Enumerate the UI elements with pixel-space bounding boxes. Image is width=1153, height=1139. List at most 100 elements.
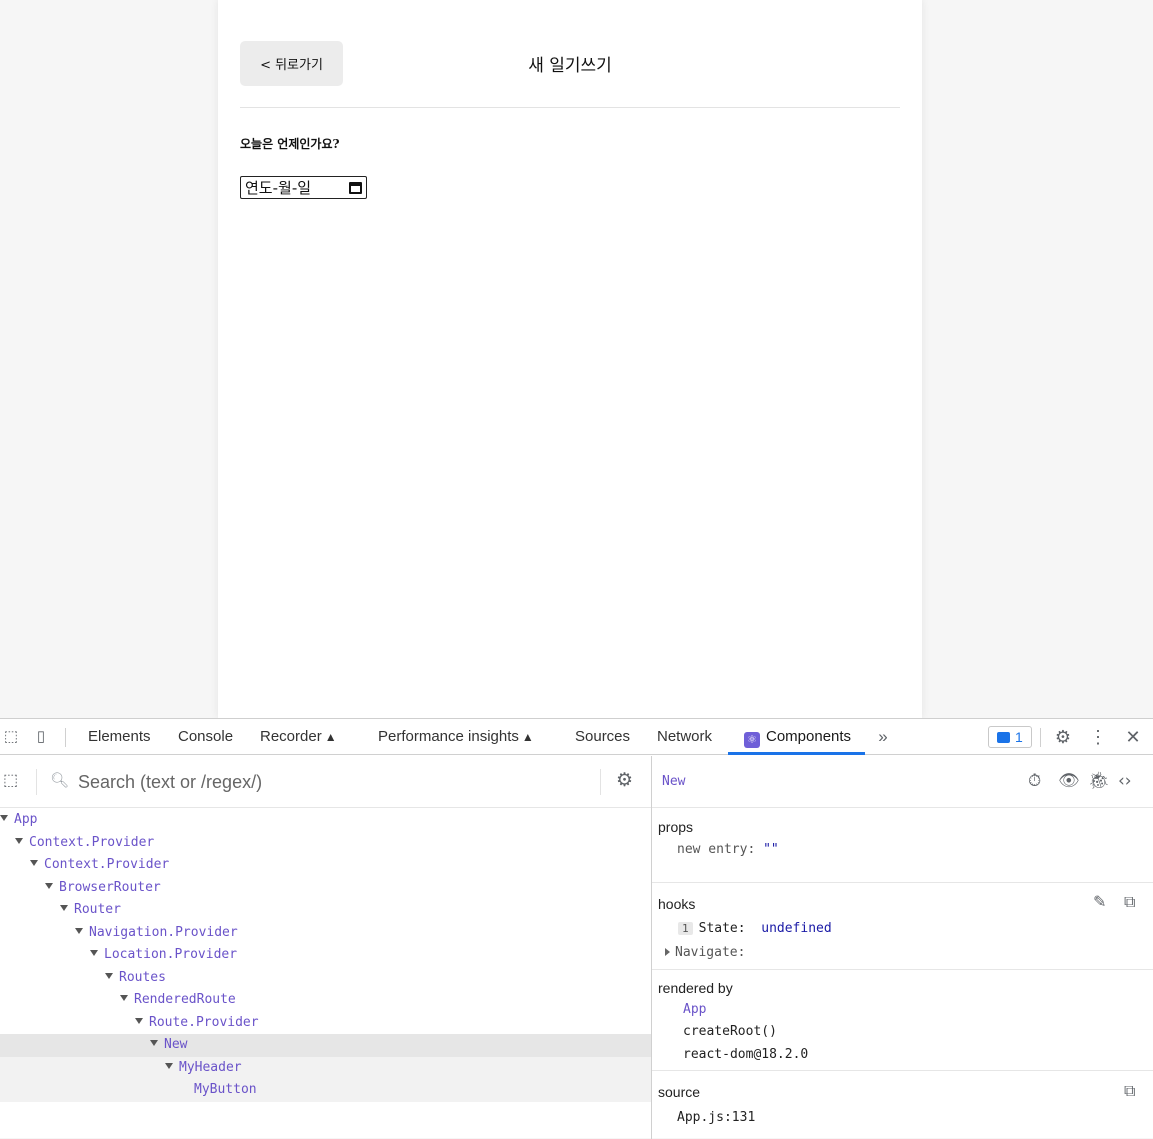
prop-key: new entry: <box>677 842 756 857</box>
log-to-console-bug-icon[interactable]: 🐞︎ <box>1088 771 1110 791</box>
rendered-by-app-link[interactable]: App <box>683 1002 706 1017</box>
search-divider <box>600 769 601 795</box>
prop-row[interactable]: new entry: "" <box>677 842 779 857</box>
copy-hooks-icon[interactable]: ⧉ <box>1124 892 1135 912</box>
tree-node-label: Navigation.Provider <box>89 924 238 940</box>
collapse-arrow-icon[interactable] <box>15 837 23 844</box>
tab-network[interactable]: Network <box>657 719 712 755</box>
inspect-element-icon[interactable]: ⬚ <box>1 727 21 747</box>
collapse-arrow-icon[interactable] <box>120 995 128 1001</box>
page-title: 새 일기쓰기 <box>528 56 612 76</box>
react-icon: ⚛ <box>744 732 760 748</box>
hook-key: State: <box>698 921 746 936</box>
experiment-flask-icon: ▲ <box>324 730 337 744</box>
date-input[interactable]: 연도-월-일 <box>240 176 367 199</box>
collapse-arrow-icon[interactable] <box>0 815 8 821</box>
tab-performance-insights[interactable]: Performance insights ▲ <box>378 719 534 755</box>
tree-node-label: Context.Provider <box>44 857 170 872</box>
component-search-input[interactable] <box>78 768 578 796</box>
tree-node-label: Routes <box>119 969 166 985</box>
rendered-by-root: createRoot() <box>683 1024 777 1039</box>
settings-gear-icon[interactable]: ⚙ <box>1053 727 1073 747</box>
collapse-arrow-icon[interactable] <box>150 1040 158 1046</box>
tab-components[interactable]: ⚛ Components <box>728 719 866 755</box>
date-input-value: 연도-월-일 <box>245 179 312 197</box>
hook-index: 1 <box>678 922 693 935</box>
tree-node-label: New <box>164 1037 188 1052</box>
tree-node-label: BrowserRouter <box>59 879 161 895</box>
rendered-by-title: rendered by <box>658 980 733 996</box>
tab-components-label: Components <box>766 728 852 745</box>
details-header: New ⏱ 👁︎ 🐞︎ ‹› <box>652 756 1153 808</box>
tab-performance-insights-label: Performance insights <box>378 728 519 745</box>
tab-console[interactable]: Console <box>178 719 233 755</box>
collapse-arrow-icon[interactable] <box>135 1017 143 1024</box>
issues-count: 1 <box>1015 729 1023 745</box>
inspect-dom-eye-icon[interactable]: 👁︎ <box>1058 771 1080 791</box>
tab-recorder-label: Recorder <box>260 728 322 745</box>
tree-node[interactable]: New <box>0 1034 651 1057</box>
tree-node[interactable]: App <box>0 809 651 832</box>
collapse-arrow-icon[interactable] <box>90 950 98 956</box>
tab-recorder[interactable]: Recorder ▲ <box>260 719 337 755</box>
collapse-arrow-icon[interactable] <box>105 972 113 979</box>
devtools-tabbar: ⬚ ▯ Elements Console Recorder ▲ Performan… <box>0 719 1153 755</box>
tree-node-label: Route.Provider <box>149 1014 259 1030</box>
collapse-arrow-icon[interactable] <box>75 927 83 934</box>
source-location[interactable]: App.js:131 <box>677 1110 755 1125</box>
tree-node-label: MyButton <box>194 1082 257 1097</box>
hook-row-navigate[interactable]: Navigate: <box>665 945 745 960</box>
tree-settings-gear-icon[interactable]: ⚙ <box>616 769 633 792</box>
tree-node-label: RenderedRoute <box>134 992 236 1007</box>
tab-elements[interactable]: Elements <box>88 719 151 755</box>
tree-node[interactable]: Routes <box>0 967 651 990</box>
device-toolbar-icon[interactable]: ▯ <box>31 727 51 747</box>
view-source-code-icon[interactable]: ‹› <box>1118 771 1132 791</box>
tab-sources[interactable]: Sources <box>575 719 630 755</box>
collapse-arrow-icon[interactable] <box>60 905 68 911</box>
tree-node[interactable]: MyButton <box>0 1079 651 1102</box>
tree-node[interactable]: BrowserRouter <box>0 877 651 900</box>
tree-node[interactable]: Router <box>0 899 651 922</box>
hook-value[interactable]: undefined <box>761 921 831 936</box>
issues-chat-icon <box>997 732 1010 743</box>
rendered-by-renderer: react-dom@18.2.0 <box>683 1047 809 1062</box>
source-title: source <box>658 1084 701 1100</box>
issues-button[interactable]: 1 <box>988 726 1032 748</box>
more-options-icon[interactable]: ⋮ <box>1088 727 1108 747</box>
tree-node-label: Context.Provider <box>29 834 155 850</box>
tree-node[interactable]: MyHeader <box>0 1056 651 1079</box>
prop-value[interactable]: "" <box>763 842 779 857</box>
tree-node[interactable]: Route.Provider <box>0 1012 651 1035</box>
calendar-icon[interactable] <box>349 181 362 194</box>
rendered-by-section: rendered by App createRoot() react-dom@1… <box>652 970 1153 1071</box>
tree-node[interactable]: Location.Provider <box>0 944 651 967</box>
tree-node-label: MyHeader <box>179 1059 242 1075</box>
tree-node[interactable]: Context.Provider <box>0 854 651 877</box>
header-divider <box>240 107 900 108</box>
collapse-arrow-icon[interactable] <box>30 860 38 866</box>
hook-key: Navigate: <box>675 945 746 960</box>
copy-source-icon[interactable]: ⧉ <box>1124 1081 1135 1101</box>
component-search-bar: ⬚ 🔍︎ ⚙ <box>0 756 651 808</box>
collapse-arrow-icon[interactable] <box>165 1062 173 1069</box>
more-tabs-chevron-icon[interactable]: » <box>873 727 893 747</box>
diary-app: < 뒤로가기 새 일기쓰기 오늘은 언제인가요? 연도-월-일 <box>218 0 922 718</box>
component-tree: App Context.Provider Context.Provider Brows… <box>0 809 651 1102</box>
search-icon: 🔍︎ <box>50 772 70 789</box>
search-divider <box>36 769 37 795</box>
tree-node-label: App <box>14 812 38 827</box>
tree-node[interactable]: RenderedRoute <box>0 989 651 1012</box>
select-component-icon[interactable]: ⬚ <box>3 770 25 792</box>
tree-node[interactable]: Navigation.Provider <box>0 922 651 945</box>
parse-hook-names-wand-icon[interactable]: ✎ <box>1093 892 1106 911</box>
props-title: props <box>658 819 694 835</box>
hooks-section: hooks ✎ ⧉ 1 State: undefined Navigate: <box>652 883 1153 970</box>
suspend-timer-icon[interactable]: ⏱ <box>1028 771 1041 791</box>
tree-node[interactable]: Context.Provider <box>0 832 651 855</box>
expand-caret-icon[interactable] <box>665 948 670 956</box>
close-devtools-icon[interactable]: ✕ <box>1123 727 1143 747</box>
hook-row-state[interactable]: 1 State: undefined <box>678 921 832 936</box>
tree-node-label: Location.Provider <box>104 947 238 962</box>
collapse-arrow-icon[interactable] <box>45 882 53 889</box>
